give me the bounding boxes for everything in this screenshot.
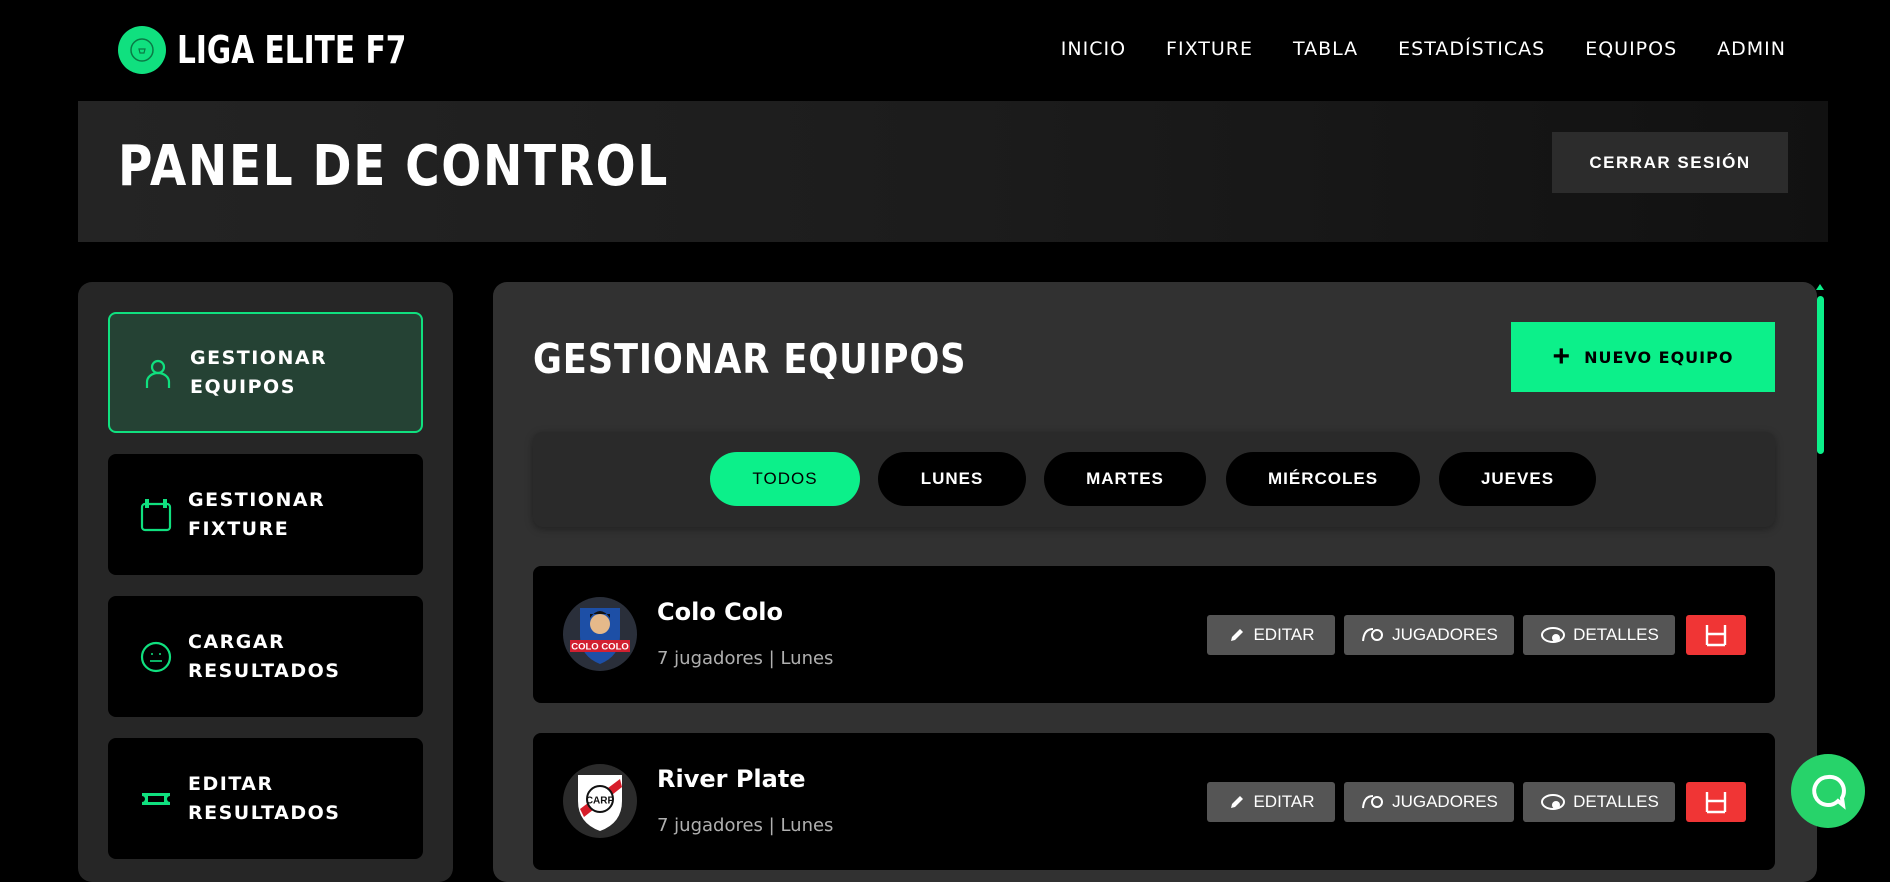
filter-jueves[interactable]: JUEVES — [1439, 452, 1596, 506]
trash-icon — [1705, 625, 1727, 647]
section-title: GESTIONAR EQUIPOS — [533, 335, 967, 383]
chat-button[interactable] — [1791, 754, 1865, 828]
header-panel: PANEL DE CONTROL CERRAR SESIÓN — [78, 101, 1828, 242]
ball-icon — [118, 26, 166, 74]
scrollbar-thumb[interactable] — [1817, 296, 1824, 454]
team-name: Colo Colo — [657, 598, 783, 626]
sidebar-item-editar-resultados[interactable]: EDITAR RESULTADOS — [108, 738, 423, 859]
day-filter-bar: TODOS LUNES MARTES MIÉRCOLES JUEVES — [533, 432, 1775, 527]
details-button[interactable]: DETALLES — [1523, 782, 1675, 822]
nav-item-admin[interactable]: ADMIN — [1717, 38, 1786, 60]
sidebar-item-label: GESTIONAR FIXTURE — [188, 488, 326, 540]
filter-todos[interactable]: TODOS — [710, 452, 860, 506]
team-meta: 7 jugadores | Lunes — [657, 815, 834, 836]
players-label: JUGADORES — [1392, 792, 1498, 811]
users-icon — [1362, 795, 1384, 809]
sidebar-item-cargar-resultados[interactable]: CARGAR RESULTADOS — [108, 596, 423, 717]
eye-icon — [1541, 794, 1566, 810]
sidebar-item-label: GESTIONAR EQUIPOS — [190, 346, 328, 398]
edit-button[interactable]: EDITAR — [1207, 782, 1335, 822]
nav-item-fixture[interactable]: FIXTURE — [1166, 38, 1253, 60]
filter-martes[interactable]: MARTES — [1044, 452, 1206, 506]
plus-icon: + — [1552, 340, 1571, 373]
nav-item-tabla[interactable]: TABLA — [1293, 38, 1358, 60]
eye-icon — [1541, 627, 1566, 643]
details-label: DETALLES — [1573, 625, 1659, 644]
edit-label: EDITAR — [1253, 625, 1315, 644]
players-label: JUGADORES — [1392, 625, 1498, 644]
main-nav: INICIO FIXTURE TABLA ESTADÍSTICAS EQUIPO… — [1061, 38, 1786, 60]
new-team-button[interactable]: + NUEVO EQUIPO — [1511, 322, 1775, 392]
pencil-icon — [1231, 796, 1244, 808]
sidebar-item-label: CARGAR RESULTADOS — [188, 630, 341, 682]
brand-title: LIGA ELITE F7 — [177, 28, 407, 72]
calendar-icon — [138, 497, 174, 533]
edit-label: EDITAR — [1253, 792, 1315, 811]
chat-icon — [1812, 774, 1846, 810]
logout-button[interactable]: CERRAR SESIÓN — [1552, 132, 1788, 193]
sidebar-item-label: EDITAR RESULTADOS — [188, 772, 341, 824]
sidebar: GESTIONAR EQUIPOS GESTIONAR FIXTURE CARG… — [78, 282, 453, 882]
players-button[interactable]: JUGADORES — [1344, 782, 1514, 822]
team-row: CARP River Plate 7 jugadores | Lunes EDI… — [533, 733, 1775, 870]
page-title: PANEL DE CONTROL — [118, 134, 670, 199]
filter-miercoles[interactable]: MIÉRCOLES — [1226, 452, 1420, 506]
sidebar-item-gestionar-fixture[interactable]: GESTIONAR FIXTURE — [108, 454, 423, 575]
sidebar-item-gestionar-equipos[interactable]: GESTIONAR EQUIPOS — [108, 312, 423, 433]
main-panel: GESTIONAR EQUIPOS + NUEVO EQUIPO TODOS L… — [493, 282, 1817, 882]
players-button[interactable]: JUGADORES — [1344, 615, 1514, 655]
team-logo: CARP — [562, 763, 638, 839]
team-logo: COLO COLO — [562, 596, 638, 672]
nav-item-inicio[interactable]: INICIO — [1061, 38, 1126, 60]
team-row: COLO COLO Colo Colo 7 jugadores | Lunes … — [533, 566, 1775, 703]
pencil-icon — [1231, 629, 1244, 641]
scroll-up-arrow[interactable] — [1816, 284, 1824, 290]
trash-icon — [1705, 792, 1727, 814]
delete-button[interactable] — [1686, 782, 1746, 822]
brand[interactable]: LIGA ELITE F7 — [118, 26, 471, 74]
nav-item-equipos[interactable]: EQUIPOS — [1585, 38, 1677, 60]
team-name: River Plate — [657, 765, 806, 793]
users-icon — [1362, 628, 1384, 642]
nav-item-estadisticas[interactable]: ESTADÍSTICAS — [1398, 38, 1545, 60]
details-button[interactable]: DETALLES — [1523, 615, 1675, 655]
ticket-icon — [138, 781, 174, 817]
delete-button[interactable] — [1686, 615, 1746, 655]
details-label: DETALLES — [1573, 792, 1659, 811]
team-logo-text: CARP — [586, 796, 615, 807]
user-icon — [140, 355, 176, 391]
filter-lunes[interactable]: LUNES — [878, 452, 1026, 506]
team-logo-text: COLO COLO — [571, 642, 629, 653]
new-team-label: NUEVO EQUIPO — [1584, 347, 1734, 367]
ball-icon — [138, 639, 174, 675]
edit-button[interactable]: EDITAR — [1207, 615, 1335, 655]
team-meta: 7 jugadores | Lunes — [657, 648, 834, 669]
top-navbar: LIGA ELITE F7 INICIO FIXTURE TABLA ESTAD… — [0, 0, 1890, 101]
